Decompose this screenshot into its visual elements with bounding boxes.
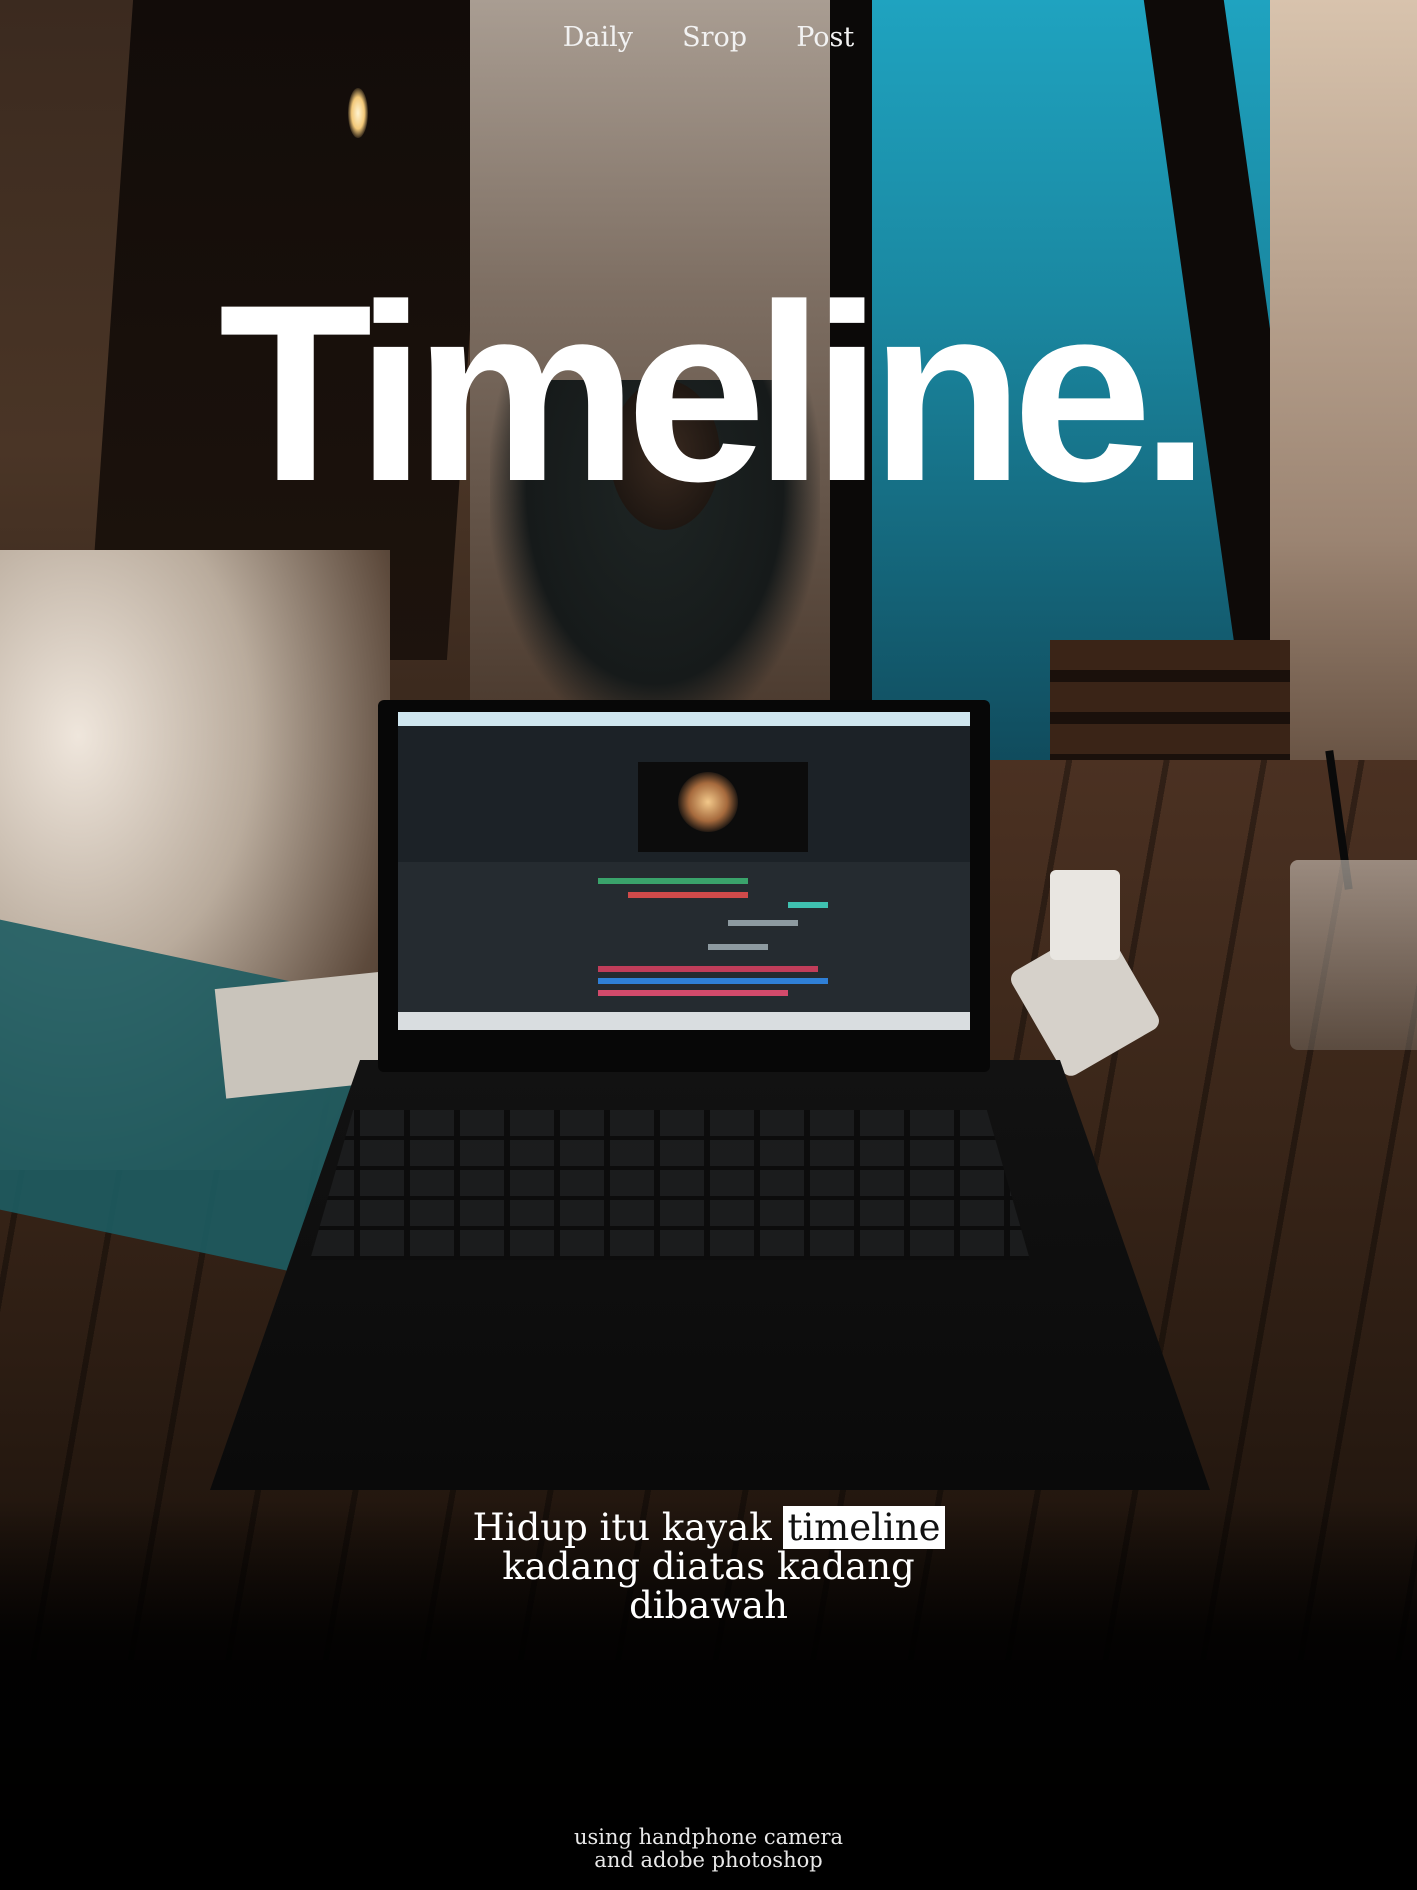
nav-item-srop[interactable]: Srop [682,22,747,53]
timeline-track [598,978,828,984]
quote-line-1: Hidup itu kayak timeline [0,1506,1417,1549]
screen-timeline-panel [398,862,970,1012]
credit-caption: using handphone camera and adobe photosh… [0,1826,1417,1872]
lamp-light [348,88,368,138]
timeline-track [788,902,828,908]
timeline-track [598,878,748,884]
top-nav: Daily Srop Post [0,22,1417,53]
nav-item-daily[interactable]: Daily [563,22,633,53]
quote-line-3: dibawah [629,1584,788,1627]
quote-line-2: kadang diatas kadang [502,1545,915,1588]
quote-text: Hidup itu kayak timeline kadang diatas k… [0,1506,1417,1627]
wooden-chair [1050,640,1290,760]
credit-line-2: and adobe photoshop [594,1848,823,1872]
timeline-track [598,990,788,996]
screen-taskbar [398,1012,970,1030]
nav-item-post[interactable]: Post [796,22,854,53]
quote-highlight: timeline [783,1506,945,1549]
screen-preview-lamp [678,772,738,832]
credit-line-1: using handphone camera [573,1825,844,1849]
page-title: Timeline. [218,253,1211,534]
laptop-screen [398,712,970,1030]
quote-line-1-prefix: Hidup itu kayak [472,1506,772,1549]
timeline-track [628,892,748,898]
timeline-track [728,920,798,926]
phone-charger [1050,870,1120,960]
screen-titlebar [398,712,970,726]
plastic-cup [1290,860,1417,1050]
timeline-track [598,966,818,972]
laptop-keyboard [310,1110,1030,1260]
timeline-track [708,944,768,950]
